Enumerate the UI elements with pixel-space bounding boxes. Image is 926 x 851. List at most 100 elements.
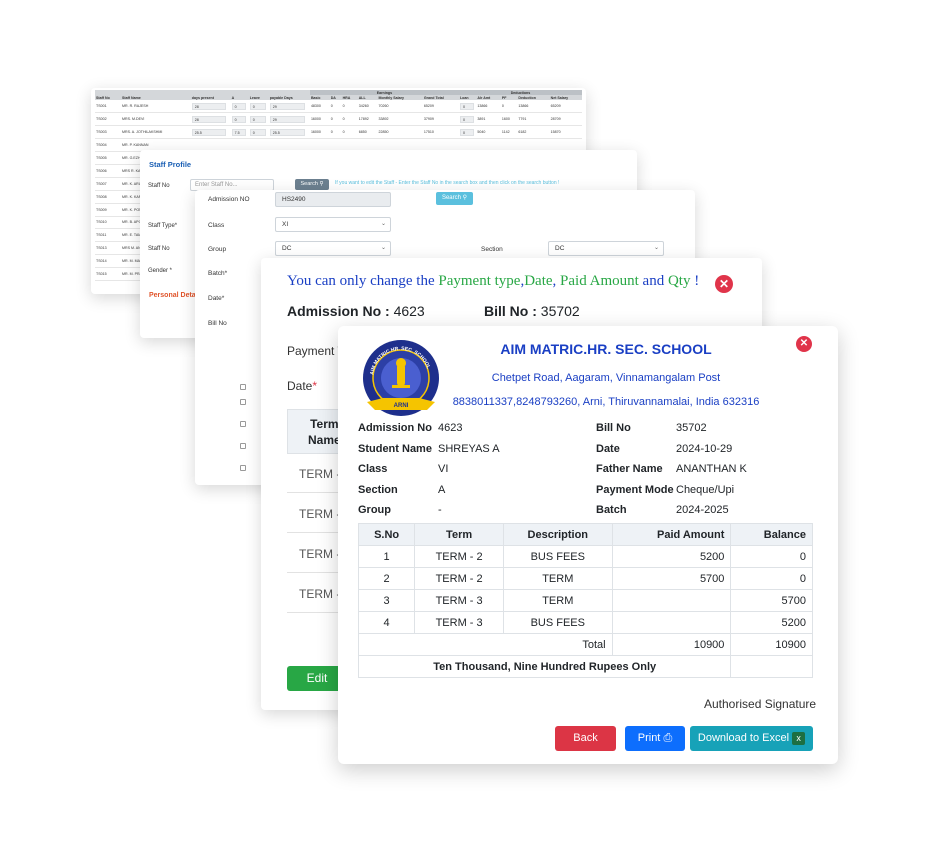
salary-cell-alr: 3891 [476,112,501,127]
close-icon[interactable]: ✕ [715,275,733,293]
excel-icon: x [792,731,806,745]
salary-cell-no: TS006 [95,164,121,178]
row-checkbox[interactable] [240,399,246,405]
salary-cell-pf: 1600 [500,112,518,127]
edit-bill-no: Bill No : 35702 [484,303,580,319]
salary-cell-da: 0 [329,100,342,114]
salary-cell-ded: 6182 [517,125,550,140]
receipt-field-value: A [438,483,446,496]
receipt-cell-paid: 5700 [611,567,732,590]
salary-cell-no: TS008 [95,190,121,204]
admission-label: Admission No : [287,303,394,319]
admission-no-input[interactable]: HS2490 [275,192,391,207]
class-select[interactable]: XI ⌄ [275,217,391,232]
staff-search-label: Search [300,181,318,187]
salary-input-a[interactable]: 7.5 [231,128,247,136]
back-button[interactable]: Back [555,726,616,751]
salary-cell-a: 0 [230,112,249,127]
print-button[interactable]: Print ⎙ [625,726,685,751]
salary-input-leave[interactable]: 0 [249,115,266,123]
total-paid: 10900 [611,633,732,656]
total-label: Total [358,633,613,656]
salary-cell-present: 28 [190,112,231,127]
admission-search-button[interactable]: Search ⚲ [436,192,473,205]
salary-input-a[interactable]: 0 [231,115,247,123]
salary-cell-no: TS007 [95,177,121,191]
salary-input-a[interactable]: 0 [231,102,247,110]
section-select[interactable]: DC ⌄ [548,241,664,256]
salary-cell-no: TS009 [95,203,121,217]
staff-search-hint: If you want to edit the Staff - Enter th… [335,180,560,186]
row-checkbox[interactable] [240,443,246,449]
salary-input-payable[interactable]: 29 [269,115,306,123]
receipt-total-row: Total 10900 10900 [358,633,813,656]
close-icon[interactable]: ✕ [796,336,812,352]
salary-cell-pf: 0 [500,100,518,114]
group-select[interactable]: DC ⌄ [275,241,391,256]
receipt-row: 1 TERM - 2 BUS FEES 5200 0 [357,545,813,568]
search-icon: ⚲ [462,195,468,201]
receipt-cell-term: TERM - 3 [414,611,504,634]
salary-input-payable[interactable]: 29 [269,102,306,110]
authorised-signature: Authorised Signature [704,697,817,711]
receipt-table: S.No Term Description Paid Amount Balance 1T… [357,523,813,678]
salary-cell-hra: 0 [341,112,358,127]
salary-input-loan[interactable]: 0 [459,102,474,110]
notice-paid-amount: Paid Amount [560,273,639,289]
amount-in-words: Ten Thousand, Nine Hundred Rupees Only [357,655,732,678]
salary-cell-no: TS005 [95,151,121,165]
receipt-field-value: 2024-10-29 [676,442,733,455]
date-label: Date* [287,379,317,393]
salary-row: TS001 MR. R. RAJESH 28 0 0 29 48300 0 0 34260 7026… [95,100,582,114]
receipt-cell-desc: BUS FEES [502,545,613,568]
receipt-field-value: - [438,504,442,516]
receipt-field-label: Student Name [358,442,432,455]
salary-input-payable[interactable]: 25.5 [269,128,306,136]
salary-input-leave[interactable]: 0 [249,102,266,110]
salary-input-present[interactable]: 25.5 [191,128,226,136]
salary-cell-no: TS002 [95,112,121,127]
salary-cell-grand: 17510 [422,125,459,140]
row-checkbox[interactable] [240,384,246,390]
receipt-cell-term: TERM - 3 [414,589,504,612]
date-label-text: Date [287,379,313,393]
receipt-field-value: 2024-2025 [676,504,729,516]
receipt-cell-desc: TERM [502,589,613,612]
row-checkbox[interactable] [240,421,246,427]
row-checkbox[interactable] [240,465,246,471]
salary-input-present[interactable]: 28 [191,115,226,123]
batch-label: Batch* [208,270,228,277]
salary-cell-a: 0 [230,100,249,114]
notice-qty: Qty [667,273,691,289]
fee-receipt-dialog: ARNI AIM MATRIC HR. SEC. SCHOOL AIM MATR… [338,326,838,764]
salary-input-loan[interactable]: 0 [459,115,474,123]
salary-cell-ded: 13866 [517,100,550,114]
salary-input-present[interactable]: 28 [191,102,226,110]
printer-icon: ⎙ [663,732,673,744]
staff-search-button[interactable]: Search ⚲ [295,179,329,190]
download-excel-label: Download to Excel [697,732,790,744]
staff-no-label-2: Staff No [148,246,170,252]
download-excel-button[interactable]: Download to Excel x [690,726,813,751]
staff-no-placeholder: Enter Staff No... [195,182,238,188]
salary-input-leave[interactable]: 0 [249,128,266,136]
receipt-field-value: SHREYAS A [438,442,500,455]
notice-text: , [552,273,561,289]
receipt-field-value: Cheque/Upi [676,483,735,496]
receipt-col-header: Description [502,523,613,546]
amount-in-words-row: Ten Thousand, Nine Hundred Rupees Only [357,655,813,678]
receipt-cell-sno: 1 [357,545,416,568]
school-address: Chetpet Road, Aagaram, Vinnamangalam Pos… [491,372,721,384]
salary-row: TS002 MRS. M.DEVI 28 0 0 29 16000 0 0 17892 33892 3… [95,112,582,127]
salary-cell-all: 6850 [357,125,378,140]
notice-text: You can only change the [287,273,439,289]
receipt-field-value: 4623 [438,422,463,434]
receipt-cell-bal: 5200 [730,611,813,634]
salary-input-loan[interactable]: 0 [459,128,474,136]
chevron-down-icon: ⌄ [380,245,386,251]
salary-cell-present: 28 [190,100,231,114]
salary-cell-name: MRS. A. JOTHILAKSHMI [121,125,191,140]
salary-cell-payable: 25.5 [268,125,310,140]
receipt-cell-term: TERM - 2 [414,567,504,590]
salary-cell-basic: 48300 [309,100,330,114]
